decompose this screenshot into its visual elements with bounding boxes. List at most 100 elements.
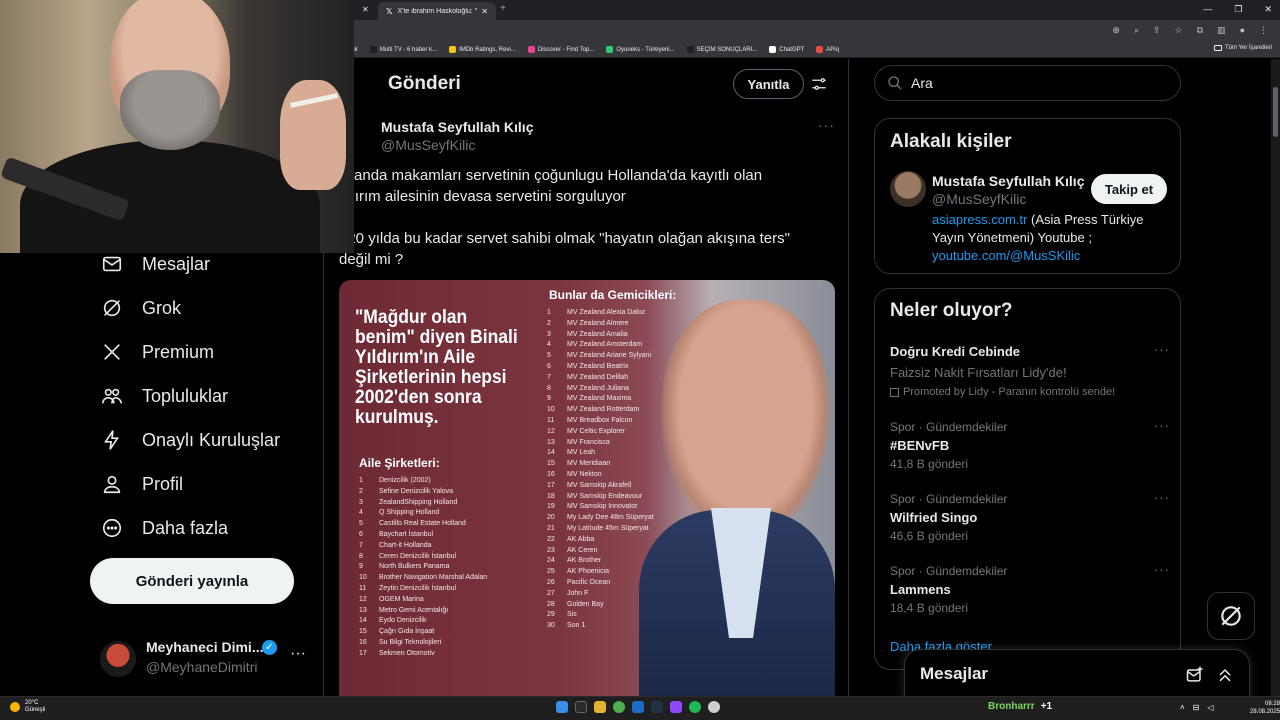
avatar[interactable] bbox=[890, 171, 926, 207]
image-list-row: 14 MV Leah bbox=[547, 448, 654, 459]
restore-icon[interactable]: ❐ bbox=[1234, 4, 1242, 15]
list-text: MV Celtic Explorer bbox=[567, 427, 625, 435]
trend-item[interactable]: Spor · Gündemdekiler Lammens 18,4 B gönd… bbox=[890, 562, 1170, 615]
new-tab-button[interactable]: + bbox=[500, 3, 506, 14]
bookmark-item[interactable]: SEÇİM SONUÇLARI... bbox=[681, 46, 764, 53]
person-name[interactable]: Mustafa Seyfullah Kılıç bbox=[932, 173, 1084, 189]
scrollbar[interactable] bbox=[1271, 59, 1280, 696]
sidebar-item-premium[interactable]: Premium bbox=[100, 337, 214, 367]
image-list-row: 7 MV Zealand Delilah bbox=[547, 373, 654, 384]
menu-icon[interactable]: ⋮ bbox=[1259, 25, 1268, 36]
sidebar-icon[interactable]: ▥ bbox=[1217, 25, 1226, 36]
sidebar-item-more[interactable]: Daha fazla bbox=[100, 513, 228, 543]
minimize-icon[interactable]: — bbox=[1203, 4, 1212, 15]
tweet-author-name[interactable]: Mustafa Seyfullah Kılıç bbox=[381, 119, 533, 135]
ship-list: 1 MV Zealand Alexia Daloz 2 MV Zealand Alme… bbox=[547, 308, 654, 632]
new-message-icon[interactable] bbox=[1185, 665, 1205, 685]
tab-close-icon[interactable]: ✕ bbox=[362, 5, 369, 14]
edge-icon[interactable] bbox=[632, 701, 644, 713]
chrome-icon[interactable] bbox=[613, 701, 625, 713]
more-dots-icon[interactable]: ··· bbox=[1154, 342, 1170, 357]
trend-count: 18,4 B gönderi bbox=[890, 601, 969, 615]
family-company-list: 1 Denizcilik (2002) 2 Sefine Denizcilik Yal… bbox=[359, 476, 488, 660]
bookmark-item[interactable]: APiq bbox=[810, 46, 845, 53]
sidebar-item-label: Premium bbox=[142, 341, 215, 362]
bookmark-item[interactable]: ChatGPT bbox=[763, 46, 810, 53]
bookmark-star-icon[interactable]: ☆ bbox=[1175, 25, 1183, 36]
volume-icon[interactable]: ◁ bbox=[1207, 703, 1213, 712]
bookmark-item[interactable]: IMDb Ratings, Revi... bbox=[443, 46, 522, 53]
obs-icon[interactable] bbox=[708, 701, 720, 713]
bookmark-item[interactable]: Discover - Find Top... bbox=[522, 46, 601, 53]
spotify-icon[interactable] bbox=[689, 701, 701, 713]
more-dots-icon[interactable]: ··· bbox=[290, 645, 306, 663]
sidebar-item-messages[interactable]: Mesajlar bbox=[100, 249, 210, 279]
browser-tab-active[interactable]: 𝕏 X'te ibrahim Haskoloğlu: "Kayı ✕ bbox=[378, 2, 496, 20]
start-icon[interactable] bbox=[556, 701, 568, 713]
tab-close-icon[interactable]: ✕ bbox=[481, 7, 488, 16]
trend-item[interactable]: Spor · Gündemdekiler Wilfried Singo 46,6… bbox=[890, 490, 1170, 543]
more-dots-icon[interactable]: ··· bbox=[1154, 490, 1170, 505]
promoted-trend[interactable]: Doğru Kredi Cebinde Faizsiz Nakit Fırsat… bbox=[890, 342, 1170, 398]
steam-icon[interactable] bbox=[651, 701, 663, 713]
grok-icon bbox=[1221, 606, 1241, 626]
share-icon[interactable]: ⇪ bbox=[1153, 25, 1161, 36]
more-dots-icon[interactable]: ··· bbox=[1154, 562, 1170, 577]
search-input[interactable]: Ara bbox=[874, 65, 1181, 101]
post-button[interactable]: Gönderi yayınla bbox=[90, 558, 294, 604]
bio-link[interactable]: asiapress.com.tr bbox=[932, 212, 1027, 227]
taskbar-notification[interactable]: Bronharrr +1 bbox=[988, 701, 1052, 712]
trend-count: 46,6 B gönderi bbox=[890, 529, 969, 543]
reply-button[interactable]: Yanıtla bbox=[733, 69, 804, 99]
zoom-icon[interactable]: ⊕ bbox=[1112, 25, 1120, 36]
list-text: MV Zealand Beatrix bbox=[567, 362, 629, 370]
person-handle[interactable]: @MusSeyfKilic bbox=[932, 191, 1026, 207]
network-icon[interactable]: ⊟ bbox=[1193, 703, 1200, 712]
image-list-row: 18 MV Samskip Endeavour bbox=[547, 492, 654, 503]
more-dots-icon[interactable]: ··· bbox=[1154, 418, 1170, 433]
chevron-up-icon[interactable]: ˄ bbox=[1180, 703, 1185, 712]
list-number: 22 bbox=[547, 535, 555, 543]
chevron-up-icon[interactable] bbox=[1215, 665, 1235, 685]
close-window-icon[interactable]: ✕ bbox=[1264, 4, 1272, 15]
weather-widget[interactable]: 20°C Güneşli bbox=[10, 700, 45, 714]
follow-button[interactable]: Takip et bbox=[1091, 174, 1167, 204]
image-list-row: 17 MV Samskip Akrafell bbox=[547, 481, 654, 492]
tweet-author-handle[interactable]: @MusSeyfKilic bbox=[381, 137, 475, 153]
profile-icon[interactable]: ● bbox=[1240, 25, 1245, 36]
grok-button[interactable] bbox=[1207, 592, 1255, 640]
all-bookmarks-button[interactable]: Tüm Yer İşaretleri bbox=[1213, 45, 1272, 51]
clock[interactable]: 08:28 28.08.2025 bbox=[1250, 700, 1280, 716]
bookmark-item[interactable]: Oyuneks - Türkiyeni... bbox=[600, 46, 680, 53]
tweet-image[interactable]: "Mağdur olan benim" diyen Binali Yıldırı… bbox=[339, 280, 835, 696]
twitch-icon[interactable] bbox=[670, 701, 682, 713]
settings-sliders-icon[interactable] bbox=[810, 75, 828, 93]
search-icon[interactable] bbox=[575, 701, 587, 713]
list-text: Metro Gemi Acentalığı bbox=[379, 606, 449, 614]
list-number: 3 bbox=[547, 330, 551, 338]
page-header: Gönderi Yanıtla bbox=[324, 59, 850, 109]
list-number: 18 bbox=[547, 492, 555, 500]
account-switcher[interactable]: Meyhaneci Dimi... ✓ @MeyhaneDimitri ··· bbox=[98, 635, 308, 681]
messages-drawer[interactable]: Mesajlar bbox=[904, 649, 1250, 696]
scrollbar-thumb[interactable] bbox=[1273, 87, 1278, 137]
bookmark-item[interactable]: Multi TV - 6 haber k... bbox=[364, 46, 443, 53]
extensions-icon[interactable]: ⧉ bbox=[1197, 25, 1203, 36]
account-name: Meyhaneci Dimi... bbox=[146, 639, 264, 655]
sidebar-item-communities[interactable]: Topluluklar bbox=[100, 381, 228, 411]
trend-category: Spor · Gündemdekiler bbox=[890, 564, 1008, 578]
image-list-row: 10 Brother Navigation Marshal Adaları bbox=[359, 573, 488, 584]
search-icon[interactable]: ⌕ bbox=[1134, 25, 1139, 36]
sidebar-item-profile[interactable]: Profil bbox=[100, 469, 183, 499]
trend-item[interactable]: Spor · Gündemdekiler #BENvFB 41,8 B gönd… bbox=[890, 418, 1170, 471]
list-text: MV Zealand Juliana bbox=[567, 384, 629, 392]
file-explorer-icon[interactable] bbox=[594, 701, 606, 713]
list-text: MV Samskip Endeavour bbox=[567, 492, 643, 500]
list-text: Sefine Denizcilik Yalova bbox=[379, 487, 454, 495]
bio-link[interactable]: youtube.com/@MusSKilic bbox=[932, 248, 1080, 263]
sidebar-item-verified-orgs[interactable]: Onaylı Kuruluşlar bbox=[100, 425, 280, 455]
tweet-more-icon[interactable]: ··· bbox=[818, 117, 835, 133]
list-number: 4 bbox=[547, 341, 551, 349]
list-text: John F bbox=[567, 589, 589, 597]
sidebar-item-grok[interactable]: Grok bbox=[100, 293, 181, 323]
